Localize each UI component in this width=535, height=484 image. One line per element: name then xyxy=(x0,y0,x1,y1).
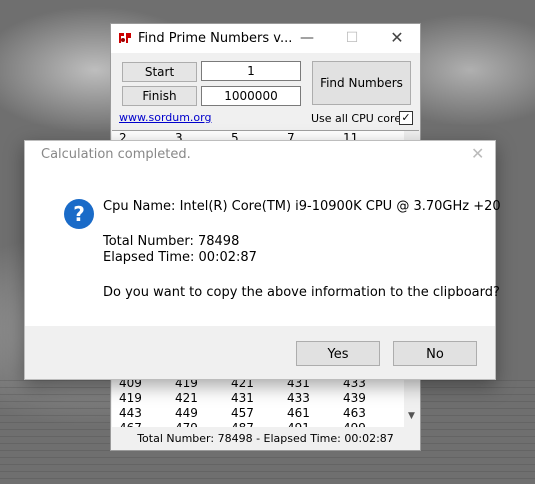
prime-cell: 419 xyxy=(119,391,142,405)
prime-cell: 479 xyxy=(175,421,225,427)
status-bar: Total Number: 78498 - Elapsed Time: 00:0… xyxy=(112,429,419,449)
start-label: Start xyxy=(122,62,197,82)
dialog-footer: Yes No xyxy=(25,326,495,379)
scroll-down-icon[interactable]: ▼ xyxy=(404,411,419,425)
copy-question-text: Do you want to copy the above informatio… xyxy=(103,285,500,300)
no-button[interactable]: No xyxy=(393,341,477,366)
minimize-button[interactable]: — xyxy=(292,28,322,48)
prime-cell: 421 xyxy=(175,391,198,405)
window-title: Find Prime Numbers v... xyxy=(138,31,293,46)
title-bar[interactable]: Find Prime Numbers v... — ☐ ✕ xyxy=(111,24,420,53)
prime-cell: 443 xyxy=(119,406,142,420)
prime-cell: 439 xyxy=(343,391,366,405)
elapsed-time-text: Elapsed Time: 00:02:87 xyxy=(103,250,257,265)
prime-cell: 457 xyxy=(231,406,254,420)
prime-cell: 499 xyxy=(343,421,393,427)
cpu-cores-checkbox[interactable]: ✓ xyxy=(399,111,413,125)
find-numbers-button[interactable]: Find Numbers xyxy=(312,61,411,105)
dialog-title: Calculation completed. xyxy=(41,147,191,162)
cpu-name-text: Cpu Name: Intel(R) Core(TM) i9-10900K CP… xyxy=(103,199,501,214)
prime-cell: 449 xyxy=(175,406,198,420)
yes-button[interactable]: Yes xyxy=(296,341,380,366)
finish-label: Finish xyxy=(122,86,197,106)
list-row: 443 449 457 461 463 xyxy=(112,406,404,422)
prime-cell: 491 xyxy=(287,421,337,427)
prime-cell: 467 xyxy=(119,421,169,427)
cpu-cores-label: Use all CPU cores xyxy=(311,112,407,125)
question-icon: ? xyxy=(64,199,94,229)
total-number-text: Total Number: 78498 xyxy=(103,234,240,249)
list-row: 419 421 431 433 439 xyxy=(112,391,404,407)
start-input[interactable]: 1 xyxy=(201,61,301,81)
prime-cell: 431 xyxy=(231,391,254,405)
prime-cell: 433 xyxy=(287,391,310,405)
prime-cell: 487 xyxy=(231,421,281,427)
calculation-completed-dialog: Calculation completed. ✕ ? Cpu Name: Int… xyxy=(24,140,501,380)
finish-input[interactable]: 1000000 xyxy=(201,86,301,106)
app-icon xyxy=(118,31,132,45)
prime-cell: 461 xyxy=(287,406,310,420)
list-row: 467 479 487 491 499 xyxy=(112,421,404,427)
maximize-button[interactable]: ☐ xyxy=(337,28,367,48)
close-button[interactable]: ✕ xyxy=(382,28,412,48)
dialog-close-icon[interactable]: ✕ xyxy=(471,144,484,163)
sordum-link[interactable]: www.sordum.org xyxy=(119,111,211,124)
prime-cell: 463 xyxy=(343,406,366,420)
